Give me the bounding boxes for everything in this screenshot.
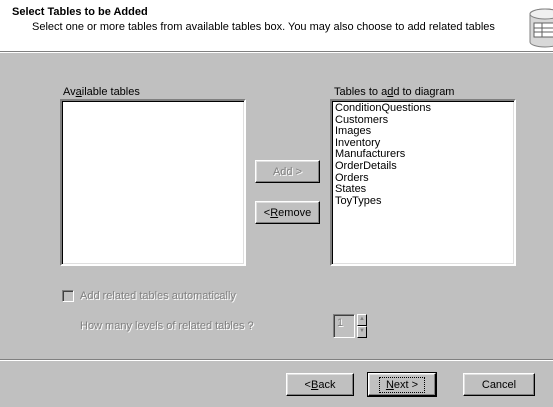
spin-down-button[interactable]: ▼ (357, 326, 367, 338)
available-tables-label: Available tables (63, 86, 140, 98)
available-tables-listbox[interactable] (60, 99, 246, 266)
table-list-item[interactable]: ToyTypes (335, 195, 511, 208)
back-button[interactable]: < Back (286, 373, 354, 396)
add-button[interactable]: Add > (255, 160, 320, 183)
table-list-item[interactable]: ConditionQuestions (335, 102, 511, 115)
levels-spinner-input[interactable]: 1 (333, 314, 355, 338)
add-related-checkbox[interactable] (62, 290, 74, 302)
tables-to-add-label: Tables to add to diagram (334, 86, 455, 98)
header-subtitle: Select one or more tables from available… (32, 21, 495, 33)
spin-up-button[interactable]: ▲ (357, 314, 367, 326)
header-title: Select Tables to be Added (12, 6, 148, 18)
add-related-label: Add related tables automatically (80, 290, 236, 302)
tables-to-add-listbox[interactable]: ConditionQuestions Customers Images Invento… (330, 99, 516, 266)
table-list-item[interactable]: OrderDetails (335, 160, 511, 173)
cancel-button[interactable]: Cancel (463, 373, 535, 396)
footer-separator (0, 359, 553, 361)
wizard-header: Select Tables to be Added Select one or … (0, 0, 553, 52)
table-list-item[interactable]: States (335, 184, 511, 196)
database-icon (529, 8, 553, 48)
levels-label: How many levels of related tables ? (80, 320, 254, 332)
next-button[interactable]: Next > (367, 372, 437, 397)
remove-button[interactable]: < Remove (255, 201, 320, 224)
